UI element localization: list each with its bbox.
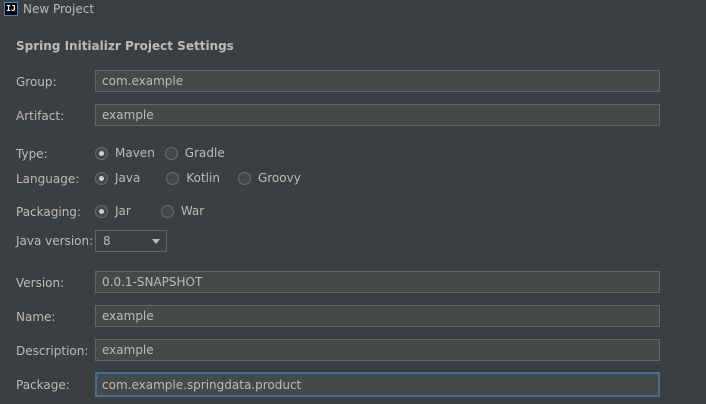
name-label: Name: bbox=[16, 310, 56, 324]
type-gradle-label: Gradle bbox=[184, 146, 225, 160]
java-version-label: Java version: bbox=[16, 234, 94, 248]
intellij-idea-icon: IJ bbox=[4, 2, 18, 16]
packaging-jar-radio[interactable]: Jar bbox=[95, 204, 131, 218]
type-radio-group: Maven Gradle bbox=[95, 146, 235, 160]
package-input[interactable] bbox=[95, 372, 660, 397]
group-input[interactable] bbox=[95, 70, 660, 92]
group-label: Group: bbox=[16, 75, 57, 89]
packaging-radio-group: Jar War bbox=[95, 204, 214, 218]
version-input[interactable] bbox=[95, 271, 660, 293]
type-maven-label: Maven bbox=[115, 146, 155, 160]
window-title: New Project bbox=[23, 2, 95, 16]
language-groovy-radio[interactable]: Groovy bbox=[237, 171, 301, 185]
radio-unchecked-icon bbox=[237, 171, 251, 185]
language-kotlin-radio[interactable]: Kotlin bbox=[166, 171, 220, 185]
type-gradle-radio[interactable]: Gradle bbox=[164, 146, 225, 160]
language-radio-group: Java Kotlin Groovy bbox=[95, 171, 311, 185]
artifact-input[interactable] bbox=[95, 104, 660, 126]
title-bar: IJ New Project bbox=[0, 0, 706, 20]
java-version-select[interactable]: 8 bbox=[95, 230, 167, 252]
java-version-value: 8 bbox=[103, 234, 111, 248]
section-title: Spring Initializr Project Settings bbox=[16, 39, 234, 53]
packaging-label: Packaging: bbox=[16, 205, 81, 219]
radio-unchecked-icon bbox=[166, 171, 180, 185]
language-label: Language: bbox=[16, 172, 80, 186]
language-java-label: Java bbox=[115, 171, 141, 185]
packaging-jar-label: Jar bbox=[115, 204, 131, 218]
radio-checked-icon bbox=[95, 204, 108, 218]
language-java-radio[interactable]: Java bbox=[95, 171, 140, 185]
type-label: Type: bbox=[16, 147, 48, 161]
language-groovy-label: Groovy bbox=[257, 171, 301, 185]
description-input[interactable] bbox=[95, 339, 660, 361]
description-label: Description: bbox=[16, 344, 89, 358]
packaging-war-label: War bbox=[180, 204, 205, 218]
chevron-down-icon bbox=[152, 239, 160, 244]
version-label: Version: bbox=[16, 276, 65, 290]
radio-checked-icon bbox=[95, 146, 108, 160]
radio-unchecked-icon bbox=[160, 204, 174, 218]
packaging-war-radio[interactable]: War bbox=[160, 204, 205, 218]
name-input[interactable] bbox=[95, 305, 660, 327]
language-kotlin-label: Kotlin bbox=[186, 171, 220, 185]
artifact-label: Artifact: bbox=[16, 109, 65, 123]
radio-unchecked-icon bbox=[164, 146, 178, 160]
package-label: Package: bbox=[16, 378, 70, 392]
new-project-dialog: IJ New Project Spring Initializr Project… bbox=[0, 0, 706, 404]
type-maven-radio[interactable]: Maven bbox=[95, 146, 155, 160]
radio-checked-icon bbox=[95, 171, 108, 185]
